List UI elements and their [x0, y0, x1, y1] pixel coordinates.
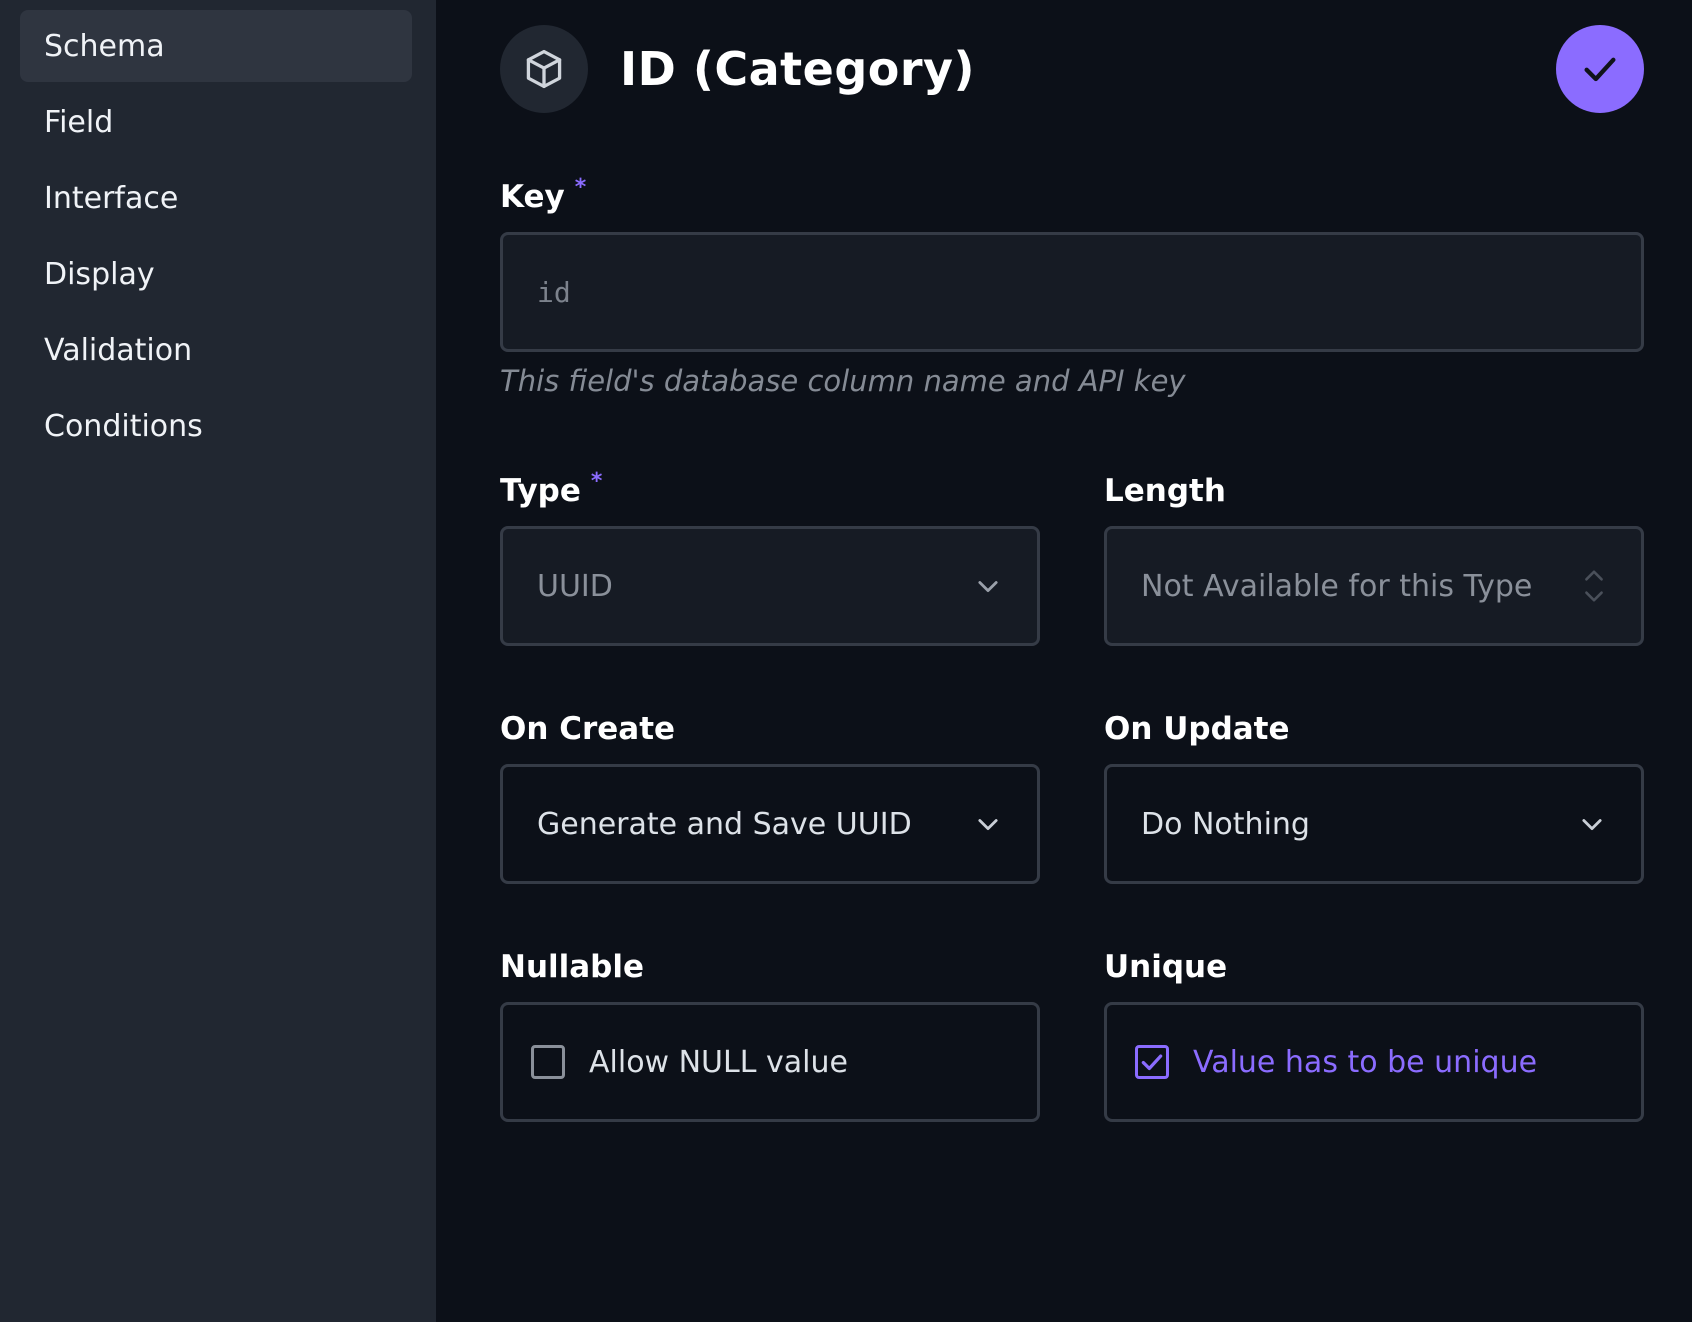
nullable-checkbox-row[interactable]: Allow NULL value	[500, 1002, 1040, 1122]
required-mark: *	[574, 174, 587, 200]
sidebar-item-schema[interactable]: Schema	[20, 10, 412, 82]
sidebar-item-label: Conditions	[44, 408, 203, 444]
key-hint: This field's database column name and AP…	[500, 364, 1186, 398]
check-icon	[1584, 57, 1616, 82]
type-label: Type *	[500, 468, 603, 510]
required-mark: *	[590, 468, 603, 494]
length-placeholder: Not Available for this Type	[1141, 568, 1533, 604]
on-update-value: Do Nothing	[1141, 806, 1310, 842]
field-type-badge	[500, 25, 588, 113]
sidebar-item-interface[interactable]: Interface	[20, 162, 412, 234]
on-create-select[interactable]: Generate and Save UUID	[500, 764, 1040, 884]
chevron-down-icon	[973, 571, 1003, 601]
chevron-up-icon[interactable]	[1581, 566, 1607, 584]
sidebar-item-label: Field	[44, 104, 114, 140]
nullable-checkbox-label: Allow NULL value	[589, 1044, 848, 1080]
cube-icon	[526, 49, 562, 89]
nullable-label: Nullable	[500, 949, 645, 985]
length-stepper[interactable]	[1581, 566, 1607, 606]
key-label: Key *	[500, 174, 587, 216]
unique-checkbox-row[interactable]: Value has to be unique	[1104, 1002, 1644, 1122]
on-update-label: On Update	[1104, 711, 1290, 747]
chevron-down-icon	[973, 809, 1003, 839]
chevron-down-icon[interactable]	[1581, 588, 1607, 606]
main-panel: ID (Category) Key * id This field's datab…	[436, 0, 1692, 1322]
sidebar-item-label: Interface	[44, 180, 179, 216]
sidebar-item-label: Validation	[44, 332, 193, 368]
on-create-value: Generate and Save UUID	[537, 806, 912, 842]
check-icon	[1141, 1054, 1163, 1071]
sidebar: Schema Field Interface Display Validatio…	[0, 0, 436, 1322]
nullable-checkbox[interactable]	[531, 1045, 565, 1079]
sidebar-item-field[interactable]: Field	[20, 86, 412, 158]
type-value: UUID	[537, 568, 613, 604]
sidebar-item-label: Display	[44, 256, 155, 292]
type-select[interactable]: UUID	[500, 526, 1040, 646]
unique-label: Unique	[1104, 949, 1228, 985]
key-value: id	[537, 275, 571, 309]
length-label: Length	[1104, 473, 1226, 509]
sidebar-item-validation[interactable]: Validation	[20, 314, 412, 386]
page-title: ID (Category)	[620, 42, 976, 96]
key-input[interactable]: id	[500, 232, 1644, 352]
sidebar-item-label: Schema	[44, 28, 165, 64]
sidebar-item-display[interactable]: Display	[20, 238, 412, 310]
on-create-label: On Create	[500, 711, 676, 747]
sidebar-item-conditions[interactable]: Conditions	[20, 390, 412, 462]
on-update-select[interactable]: Do Nothing	[1104, 764, 1644, 884]
chevron-down-icon	[1577, 809, 1607, 839]
unique-checkbox[interactable]	[1135, 1045, 1169, 1079]
unique-checkbox-label: Value has to be unique	[1193, 1044, 1538, 1080]
save-button[interactable]	[1556, 25, 1644, 113]
length-input[interactable]: Not Available for this Type	[1104, 526, 1644, 646]
